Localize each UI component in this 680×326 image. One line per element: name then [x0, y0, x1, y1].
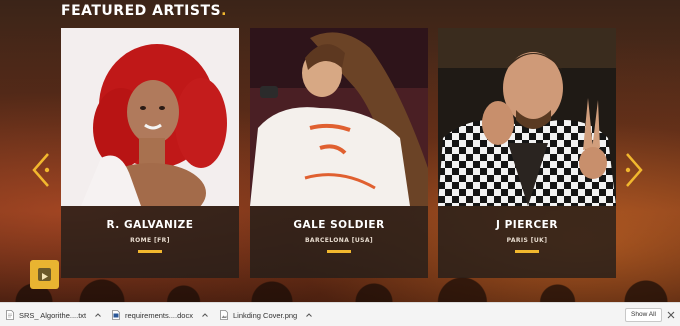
download-item[interactable]: Linkding Cover.png	[220, 303, 313, 326]
chevron-up-icon[interactable]	[94, 311, 102, 319]
hero-background: FEATURED ARTISTS. R. GALVANIZE ROME [FR]	[0, 0, 680, 302]
download-filename: requirements....docx	[125, 310, 193, 320]
carousel-prev-button[interactable]	[30, 150, 52, 190]
section-title-text: FEATURED ARTISTS	[61, 3, 222, 19]
show-all-button[interactable]: Show All	[625, 308, 662, 322]
artist-name[interactable]: R. GALVANIZE	[61, 219, 239, 231]
download-filename: SRS_ Algorithe....txt	[19, 310, 87, 320]
artist-photo[interactable]	[250, 28, 428, 206]
section-title: FEATURED ARTISTS.	[61, 3, 227, 23]
play-icon	[42, 273, 48, 280]
artist-card[interactable]: R. GALVANIZE ROME [FR]	[61, 28, 239, 278]
artist-name[interactable]: J PIERCER	[438, 219, 616, 231]
chevron-left-icon	[32, 153, 50, 187]
artist-location: ROME [FR]	[130, 237, 170, 244]
chevron-right-icon	[625, 153, 643, 187]
download-filename: Linkding Cover.png	[233, 310, 298, 320]
artist-name[interactable]: GALE SOLDIER	[250, 219, 428, 231]
carousel-next-button[interactable]	[623, 150, 645, 190]
artist-photo[interactable]	[61, 28, 239, 206]
artist-location: PARIS [UK]	[506, 237, 548, 244]
download-bar: SRS_ Algorithe....txt requirements....do…	[0, 302, 680, 326]
artist-photo-image	[250, 28, 428, 206]
artist-card[interactable]: GALE SOLDIER BARCELONA [USA]	[250, 28, 428, 278]
chevron-up-icon[interactable]	[305, 311, 313, 319]
download-item[interactable]: requirements....docx	[112, 303, 209, 326]
artist-photo-image	[438, 28, 616, 206]
chevron-up-icon[interactable]	[201, 311, 209, 319]
artist-photo[interactable]	[438, 28, 616, 206]
artist-location: BARCELONA [USA]	[304, 237, 374, 244]
download-item[interactable]: SRS_ Algorithe....txt	[6, 303, 102, 326]
artist-photo-image	[61, 28, 239, 206]
word-doc-icon	[112, 310, 120, 320]
play-button[interactable]	[30, 260, 59, 289]
text-file-icon	[6, 310, 14, 320]
close-icon[interactable]	[666, 310, 676, 320]
artist-card[interactable]: J PIERCER PARIS [UK]	[438, 28, 616, 278]
play-button-inner	[38, 268, 51, 281]
accent-bar	[138, 250, 162, 253]
section-title-dot: .	[221, 3, 227, 19]
image-file-icon	[220, 310, 228, 320]
accent-bar	[327, 250, 351, 253]
accent-bar	[515, 250, 539, 253]
